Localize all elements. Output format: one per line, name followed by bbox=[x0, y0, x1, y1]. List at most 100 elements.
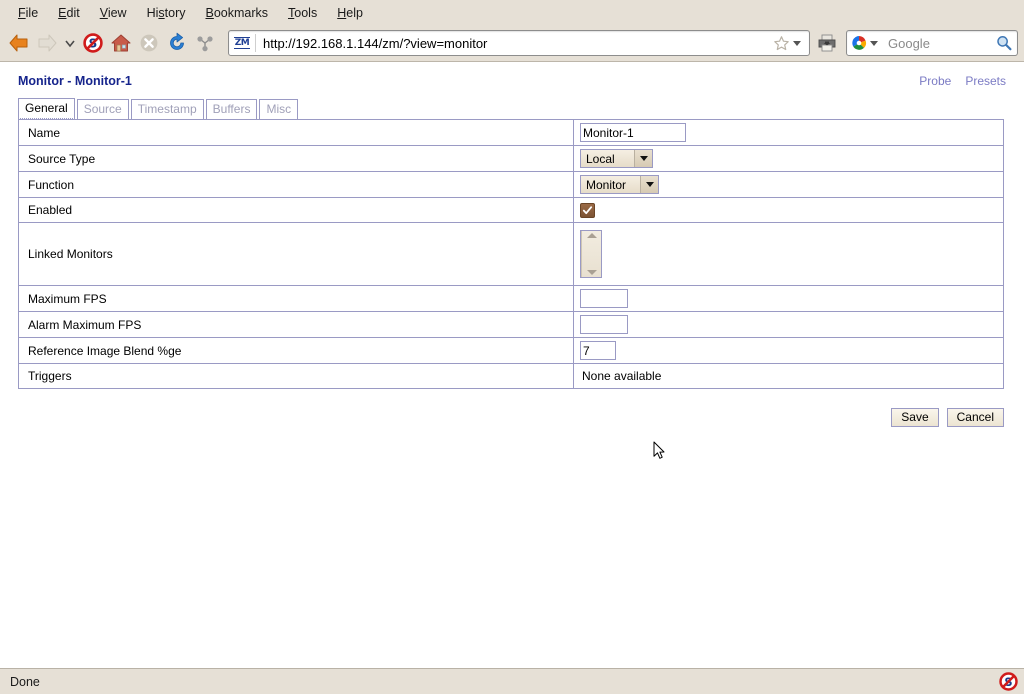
tab-source[interactable]: Source bbox=[76, 99, 129, 119]
cell-reference-image-blend-value bbox=[573, 337, 1004, 364]
table-row-enabled: Enabled bbox=[18, 197, 1004, 223]
url-text[interactable]: http://192.168.1.144/zm/?view=monitor bbox=[256, 36, 773, 51]
table-row-maximum-fps: Maximum FPS bbox=[18, 285, 1004, 312]
history-dropdown-button[interactable] bbox=[62, 30, 78, 56]
scroll-down-arrow-icon[interactable] bbox=[586, 270, 597, 275]
reference-image-blend-input[interactable] bbox=[580, 341, 616, 360]
label-source-type: Source Type bbox=[18, 145, 574, 172]
function-select[interactable]: Monitor bbox=[580, 175, 659, 194]
stop-icon bbox=[140, 34, 158, 52]
source-type-select[interactable]: Local bbox=[580, 149, 653, 168]
menu-tools[interactable]: Tools bbox=[278, 4, 327, 22]
back-button[interactable] bbox=[6, 30, 32, 56]
table-row-name: Name bbox=[18, 119, 1004, 146]
menu-help[interactable]: Help bbox=[327, 4, 373, 22]
cell-function-value: Monitor bbox=[573, 171, 1004, 198]
page-content: Monitor - Monitor-1 Probe Presets Genera… bbox=[0, 62, 1024, 668]
star-icon[interactable] bbox=[773, 35, 790, 52]
menu-view[interactable]: View bbox=[90, 4, 137, 22]
table-row-reference-image-blend: Reference Image Blend %ge bbox=[18, 337, 1004, 364]
alarm-maximum-fps-input[interactable] bbox=[580, 315, 628, 334]
zoneminder-favicon: ZM bbox=[232, 34, 252, 52]
maximum-fps-input[interactable] bbox=[580, 289, 628, 308]
cell-maximum-fps-value bbox=[573, 285, 1004, 312]
table-row-alarm-maximum-fps: Alarm Maximum FPS bbox=[18, 311, 1004, 338]
search-box[interactable]: Google bbox=[846, 30, 1018, 56]
label-function: Function bbox=[18, 171, 574, 198]
forward-arrow-icon bbox=[38, 34, 57, 52]
label-maximum-fps: Maximum FPS bbox=[18, 285, 574, 312]
function-select-value: Monitor bbox=[586, 177, 627, 192]
search-input[interactable]: Google bbox=[884, 36, 995, 51]
noscript-button[interactable]: S bbox=[80, 30, 106, 56]
label-name: Name bbox=[18, 119, 574, 146]
magnifier-icon[interactable] bbox=[995, 34, 1013, 52]
label-enabled: Enabled bbox=[18, 197, 574, 223]
cell-source-type-value: Local bbox=[573, 145, 1004, 172]
status-bar-icons: S bbox=[999, 672, 1018, 691]
table-row-source-type: Source Type Local bbox=[18, 145, 1004, 172]
chevron-down-icon[interactable] bbox=[640, 176, 658, 193]
status-text: Done bbox=[10, 674, 40, 689]
stop-button bbox=[136, 30, 162, 56]
reload-icon bbox=[170, 32, 184, 50]
header-links: Probe Presets bbox=[919, 72, 1006, 88]
enabled-checkbox[interactable] bbox=[580, 202, 595, 218]
save-button[interactable]: Save bbox=[891, 408, 939, 427]
search-engine-selector[interactable] bbox=[847, 35, 884, 51]
noscript-icon[interactable]: S bbox=[999, 672, 1018, 691]
chevron-down-icon[interactable] bbox=[634, 150, 652, 167]
label-triggers: Triggers bbox=[18, 363, 574, 389]
print-button[interactable] bbox=[814, 30, 840, 56]
linked-monitors-listbox[interactable] bbox=[580, 230, 602, 278]
chevron-down-icon[interactable] bbox=[870, 40, 878, 46]
scroll-up-arrow-icon[interactable] bbox=[586, 233, 597, 238]
page-title: Monitor - Monitor-1 bbox=[18, 74, 132, 88]
home-button[interactable] bbox=[108, 30, 134, 56]
bookmark-controls bbox=[773, 35, 809, 52]
cell-linked-monitors-value bbox=[573, 222, 1004, 286]
navigation-toolbar: S bbox=[0, 25, 1024, 61]
menu-history[interactable]: History bbox=[137, 4, 196, 22]
cell-enabled-value bbox=[573, 197, 1004, 223]
favicon-label: ZM bbox=[233, 37, 251, 49]
home-icon bbox=[111, 34, 131, 52]
name-input[interactable] bbox=[580, 123, 686, 142]
cancel-button[interactable]: Cancel bbox=[946, 408, 1004, 427]
menu-bar: File Edit View History Bookmarks Tools H… bbox=[0, 0, 1024, 25]
addon-molecule-button[interactable] bbox=[192, 30, 218, 56]
triggers-value: None available bbox=[582, 369, 662, 383]
reload-button[interactable] bbox=[164, 30, 190, 56]
tab-strip: General Source Timestamp Buffers Misc bbox=[18, 98, 1006, 119]
label-linked-monitors: Linked Monitors bbox=[18, 222, 574, 286]
presets-link[interactable]: Presets bbox=[965, 74, 1006, 88]
back-arrow-icon bbox=[9, 34, 28, 52]
label-alarm-maximum-fps: Alarm Maximum FPS bbox=[18, 311, 574, 338]
tab-general[interactable]: General bbox=[18, 98, 75, 119]
probe-link[interactable]: Probe bbox=[919, 74, 951, 88]
label-reference-image-blend: Reference Image Blend %ge bbox=[18, 337, 574, 364]
menu-file[interactable]: File bbox=[8, 4, 48, 22]
checkmark-icon bbox=[582, 205, 593, 214]
tab-timestamp[interactable]: Timestamp bbox=[130, 99, 204, 119]
page-header: Monitor - Monitor-1 Probe Presets bbox=[18, 72, 1006, 88]
tab-misc[interactable]: Misc bbox=[259, 99, 299, 119]
noscript-icon: S bbox=[83, 33, 103, 53]
chevron-down-icon[interactable] bbox=[793, 40, 801, 46]
table-row-triggers: Triggers None available bbox=[18, 363, 1004, 389]
listbox-scrollbar[interactable] bbox=[581, 231, 601, 277]
form-actions: Save Cancel bbox=[18, 408, 1004, 427]
browser-chrome: File Edit View History Bookmarks Tools H… bbox=[0, 0, 1024, 62]
table-row-function: Function Monitor bbox=[18, 171, 1004, 198]
monitor-settings-table: Name Source Type Local Functio bbox=[18, 119, 1004, 389]
chevron-down-icon bbox=[65, 40, 75, 48]
table-row-linked-monitors: Linked Monitors bbox=[18, 222, 1004, 286]
menu-bookmarks[interactable]: Bookmarks bbox=[196, 4, 279, 22]
source-type-select-value: Local bbox=[586, 151, 615, 166]
address-bar[interactable]: ZM http://192.168.1.144/zm/?view=monitor bbox=[228, 30, 810, 56]
cell-name-value bbox=[573, 119, 1004, 146]
forward-button bbox=[34, 30, 60, 56]
cell-triggers-value: None available bbox=[573, 363, 1004, 389]
tab-buffers[interactable]: Buffers bbox=[205, 99, 258, 119]
menu-edit[interactable]: Edit bbox=[48, 4, 90, 22]
